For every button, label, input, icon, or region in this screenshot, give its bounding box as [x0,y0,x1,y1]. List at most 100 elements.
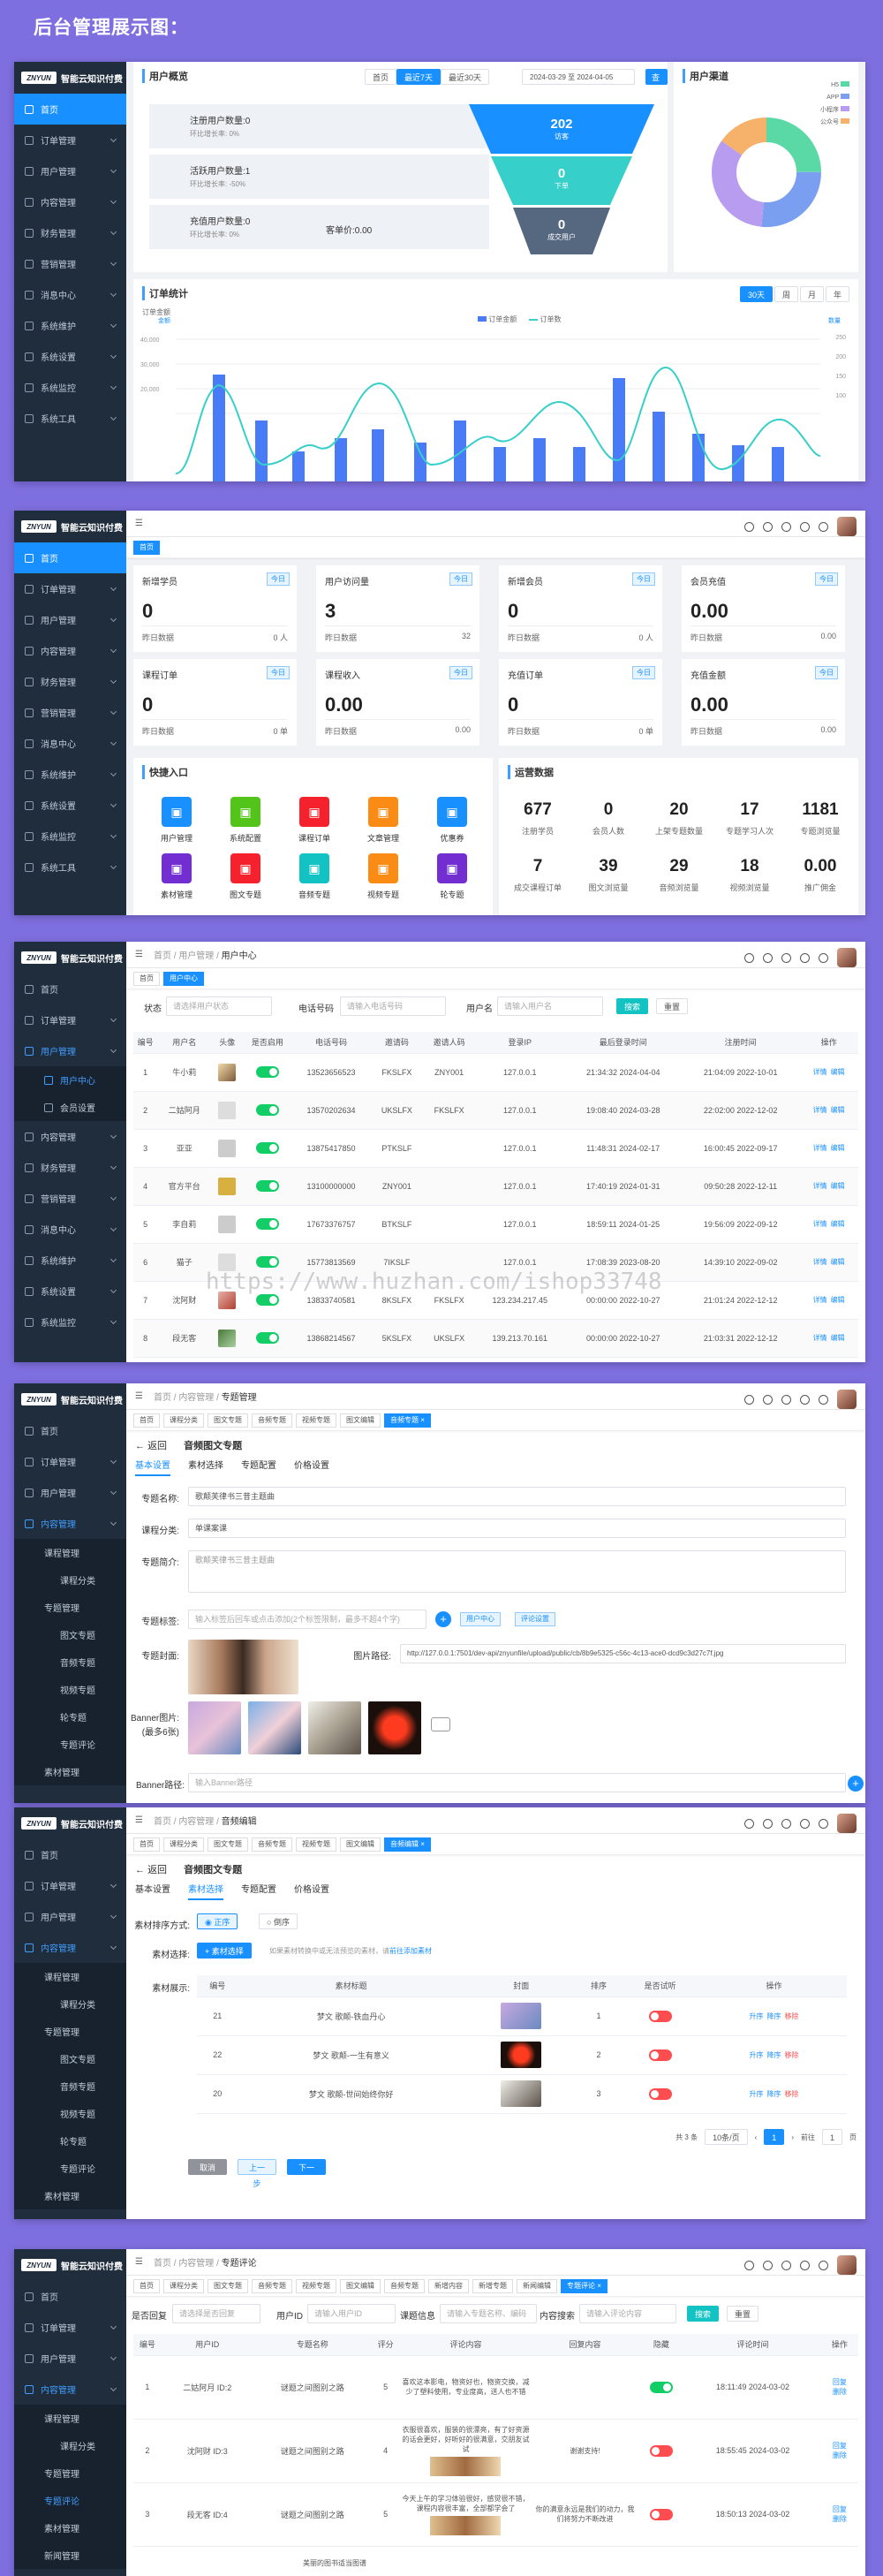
tag-item[interactable]: 课程分类 [163,1413,204,1428]
font-size-icon[interactable] [819,1394,828,1405]
sidebar-item[interactable]: 系统维护 [14,310,126,341]
tag-chip[interactable]: 用户中心 [460,1612,501,1626]
date-range-picker[interactable]: 2024-03-29 至 2024-04-05 [522,69,635,85]
move-down-link[interactable]: 降序 [767,2090,781,2098]
trial-switch[interactable] [648,2010,672,2022]
move-up-link[interactable]: 升序 [750,2051,764,2059]
sidebar-item[interactable]: 内容管理 [14,2374,126,2405]
sidebar-item[interactable]: 用户管理 [14,1035,126,1066]
sidebar-sub-item[interactable]: 视频专题 [14,2100,126,2127]
search-icon[interactable] [744,1394,754,1405]
order-tab[interactable]: 年 [825,286,849,302]
enable-switch[interactable] [255,1332,279,1344]
sidebar-sub-item[interactable]: 课程管理 [14,1539,126,1566]
edit-link[interactable]: 编辑 [831,1182,845,1190]
sidebar-sub-item[interactable]: 图文专题 [14,2045,126,2072]
remove-link[interactable]: 移除 [785,2090,799,2098]
move-down-link[interactable]: 降序 [767,2012,781,2020]
sidebar-item[interactable]: 内容管理 [14,635,126,666]
tag-item[interactable]: 新增专题 [472,2278,513,2293]
search-button[interactable]: 搜索 [616,998,649,1014]
github-icon[interactable] [763,1394,773,1405]
tag-item[interactable]: 图文专题 [208,2278,248,2293]
sidebar-sub-item[interactable]: 素材管理 [14,2514,126,2542]
quick-entry[interactable]: ▣ 用户管理 [146,797,208,844]
avatar[interactable] [837,2255,857,2275]
tag-home[interactable]: 首页 [133,540,160,555]
edit-link[interactable]: 编辑 [831,1068,845,1076]
avatar[interactable] [837,948,857,967]
fullscreen-icon[interactable] [800,2260,810,2270]
quick-entry[interactable]: ▣ 音频专题 [283,853,345,900]
banner-path-input[interactable]: 输入Banner路径 [188,1773,846,1792]
help-icon[interactable] [781,1394,791,1405]
sidebar-item[interactable]: 订单管理 [14,1870,126,1901]
edit-link[interactable]: 编辑 [831,1296,845,1304]
phone-input[interactable]: 请输入电话号码 [340,996,446,1016]
tag-item[interactable]: 视频专题 [296,2278,336,2293]
camera-upload-icon[interactable] [431,1717,450,1731]
status-select[interactable]: 请选择用户状态 [166,996,272,1016]
sidebar-item[interactable]: 内容管理 [14,1508,126,1539]
sidebar-item[interactable]: 首页 [14,542,126,573]
tag-item[interactable]: 课程分类 [163,2278,204,2293]
banner-image[interactable] [368,1701,421,1754]
sidebar-sub-item[interactable]: 课程管理 [14,1963,126,1990]
sidebar-sub-item[interactable]: 专题评论 [14,2155,126,2182]
sidebar-item[interactable]: 消息中心 [14,1214,126,1245]
reset-button[interactable]: 重置 [727,2306,759,2322]
sidebar-sub-item[interactable]: 轮专题 [14,1703,126,1731]
enable-switch[interactable] [255,1256,279,1268]
avatar[interactable] [837,1390,857,1409]
sidebar-sub-item[interactable]: 新闻管理 [14,2542,126,2569]
reply-link[interactable]: 回复 [825,2377,855,2387]
help-icon[interactable] [781,521,791,532]
tag-item[interactable]: 音频专题 [252,1837,292,1852]
sidebar-item[interactable]: 营销管理 [14,1183,126,1214]
search-icon[interactable] [744,1818,754,1829]
tag-chip[interactable]: 评论设置 [515,1612,555,1626]
tag-item[interactable]: 首页 [133,1837,160,1852]
add-material-link[interactable]: 前往添加素材 [389,1947,432,1955]
edit-link[interactable]: 编辑 [831,1334,845,1342]
sidebar-item[interactable]: 财务管理 [14,666,126,697]
sidebar-sub-item[interactable]: 视频专题 [14,1676,126,1703]
edit-link[interactable]: 编辑 [831,1144,845,1152]
delete-link[interactable]: 删除 [825,2514,855,2524]
enable-switch[interactable] [255,1104,279,1116]
sidebar-sub-item[interactable]: 音频专题 [14,2072,126,2100]
reply-link[interactable]: 回复 [825,2441,855,2451]
reply-status-select[interactable]: 请选择是否回复 [172,2304,260,2323]
back-button[interactable]: ← 返回 [135,1441,167,1451]
menu-toggle-icon[interactable]: ☰ [135,1815,143,1825]
sidebar-item[interactable]: 营销管理 [14,697,126,728]
fullscreen-icon[interactable] [800,1394,810,1405]
edit-link[interactable]: 编辑 [831,1258,845,1266]
avatar[interactable] [837,517,857,536]
search-icon[interactable] [744,952,754,963]
detail-link[interactable]: 详情 [813,1220,827,1228]
quick-entry[interactable]: ▣ 轮专题 [421,853,483,900]
quick-entry[interactable]: ▣ 图文专题 [215,853,276,900]
move-down-link[interactable]: 降序 [767,2051,781,2059]
help-icon[interactable] [781,2260,791,2270]
menu-toggle-icon[interactable]: ☰ [135,2257,143,2267]
tag-item[interactable]: 用户中心 [163,971,204,986]
select-material-button[interactable]: + 素材选择 [197,1943,252,1959]
fullscreen-icon[interactable] [800,952,810,963]
sidebar-item[interactable]: 首页 [14,1839,126,1870]
sidebar-item[interactable]: 系统设置 [14,790,126,821]
order-tab[interactable]: 月 [799,286,824,302]
page-button[interactable]: 1 [764,2129,785,2145]
sidebar-item[interactable]: 用户管理 [14,1477,126,1508]
cancel-button[interactable]: 取消 [188,2159,227,2175]
tag-item[interactable]: 音频编辑 × [384,1837,431,1852]
fullscreen-icon[interactable] [800,1818,810,1829]
sidebar-sub-item[interactable]: 会员设置 [14,1094,126,1121]
quick-entry[interactable]: ▣ 文章管理 [352,797,414,844]
content-search-input[interactable]: 请输入评论内容 [579,2304,676,2323]
tag-item[interactable]: 图文专题 [208,1837,248,1852]
tag-item[interactable]: 图文编辑 [340,2278,381,2293]
tab-material[interactable]: 素材选择 [188,1458,223,1471]
font-size-icon[interactable] [819,1818,828,1829]
